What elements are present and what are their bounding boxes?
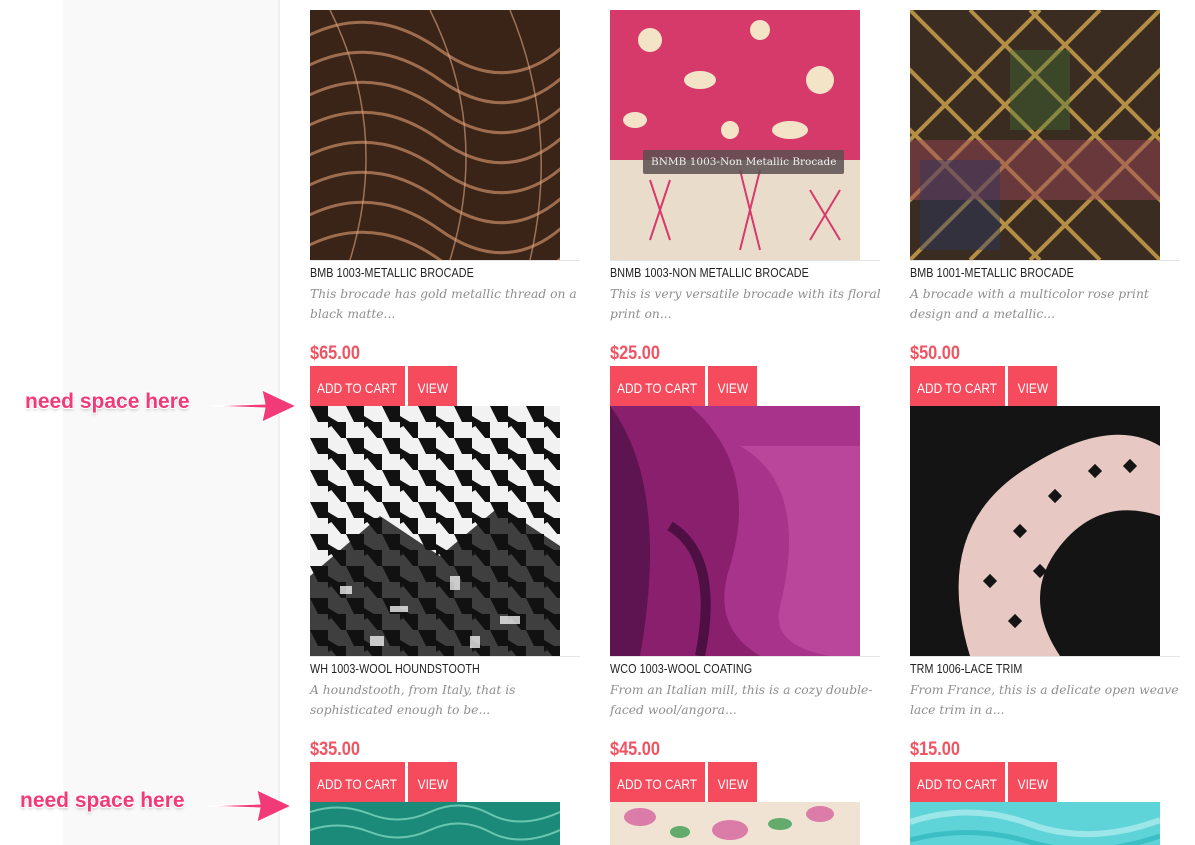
product-description: A houndstooth, from Italy, that is sophi… [310, 683, 516, 717]
product-price: $50.00 [910, 343, 960, 364]
product-image[interactable]: BNMB 1003-Non Metallic Brocade [610, 10, 860, 260]
product-image[interactable] [610, 406, 860, 656]
product-image[interactable] [910, 10, 1160, 260]
product-title[interactable]: TRM 1006-LACE TRIM [910, 661, 1144, 677]
product-title[interactable]: BMB 1001-METALLIC BROCADE [910, 265, 1144, 281]
add-to-cart-button[interactable]: ADD TO CART [610, 762, 705, 806]
product-image[interactable] [610, 802, 860, 845]
product-title[interactable]: WH 1003-WOOL HOUNDSTOOTH [310, 661, 544, 677]
product-card: WH 1003-WOOL HOUNDSTOOTH A houndstooth, … [310, 406, 582, 806]
product-image[interactable] [310, 406, 560, 656]
view-button[interactable]: VIEW [408, 366, 457, 410]
divider [910, 656, 1180, 657]
product-card: BMB 1001-METALLIC BROCADE A brocade with… [910, 10, 1182, 410]
view-button[interactable]: VIEW [708, 762, 757, 806]
product-card: BNMB 1003-Non Metallic Brocade BNMB 1003… [610, 10, 882, 410]
annotation-text: need space here [20, 789, 185, 812]
product-description: From France, this is a delicate open wea… [910, 683, 1179, 717]
add-to-cart-button[interactable]: ADD TO CART [610, 366, 705, 410]
divider [610, 260, 880, 261]
divider [610, 656, 880, 657]
arrow-right-icon [211, 389, 298, 423]
add-to-cart-button[interactable]: ADD TO CART [310, 762, 405, 806]
view-button[interactable]: VIEW [408, 762, 457, 806]
product-description: From an Italian mill, this is a cozy dou… [610, 683, 873, 717]
product-card: TRM 1006-LACE TRIM From France, this is … [910, 406, 1182, 806]
product-title[interactable]: BMB 1003-METALLIC BROCADE [310, 265, 544, 281]
product-grid: BMB 1003-METALLIC BROCADE This brocade h… [0, 0, 1195, 845]
divider [310, 656, 580, 657]
view-button[interactable]: VIEW [1008, 762, 1057, 806]
divider [310, 260, 580, 261]
divider [910, 260, 1180, 261]
product-image[interactable] [310, 802, 560, 845]
product-title[interactable]: BNMB 1003-NON METALLIC BROCADE [610, 265, 844, 281]
annotation-text: need space here [25, 390, 190, 413]
product-title[interactable]: WCO 1003-WOOL COATING [610, 661, 844, 677]
product-description: This is very versatile brocade with its … [610, 287, 881, 321]
product-image[interactable] [310, 10, 560, 260]
product-card: WCO 1003-WOOL COATING From an Italian mi… [610, 406, 882, 806]
product-price: $45.00 [610, 739, 660, 760]
product-card: BMB 1003-METALLIC BROCADE This brocade h… [310, 10, 582, 410]
product-price: $35.00 [310, 739, 360, 760]
product-price: $25.00 [610, 343, 660, 364]
add-to-cart-button[interactable]: ADD TO CART [310, 366, 405, 410]
product-image[interactable] [910, 406, 1160, 656]
product-price: $65.00 [310, 343, 360, 364]
product-price: $15.00 [910, 739, 960, 760]
image-tooltip: BNMB 1003-Non Metallic Brocade [643, 150, 845, 174]
arrow-right-icon [206, 789, 293, 823]
add-to-cart-button[interactable]: ADD TO CART [910, 762, 1005, 806]
view-button[interactable]: VIEW [708, 366, 757, 410]
add-to-cart-button[interactable]: ADD TO CART [910, 366, 1005, 410]
view-button[interactable]: VIEW [1008, 366, 1057, 410]
product-description: This brocade has gold metallic thread on… [310, 287, 577, 321]
product-description: A brocade with a multicolor rose print d… [910, 287, 1149, 321]
product-image[interactable] [910, 802, 1160, 845]
